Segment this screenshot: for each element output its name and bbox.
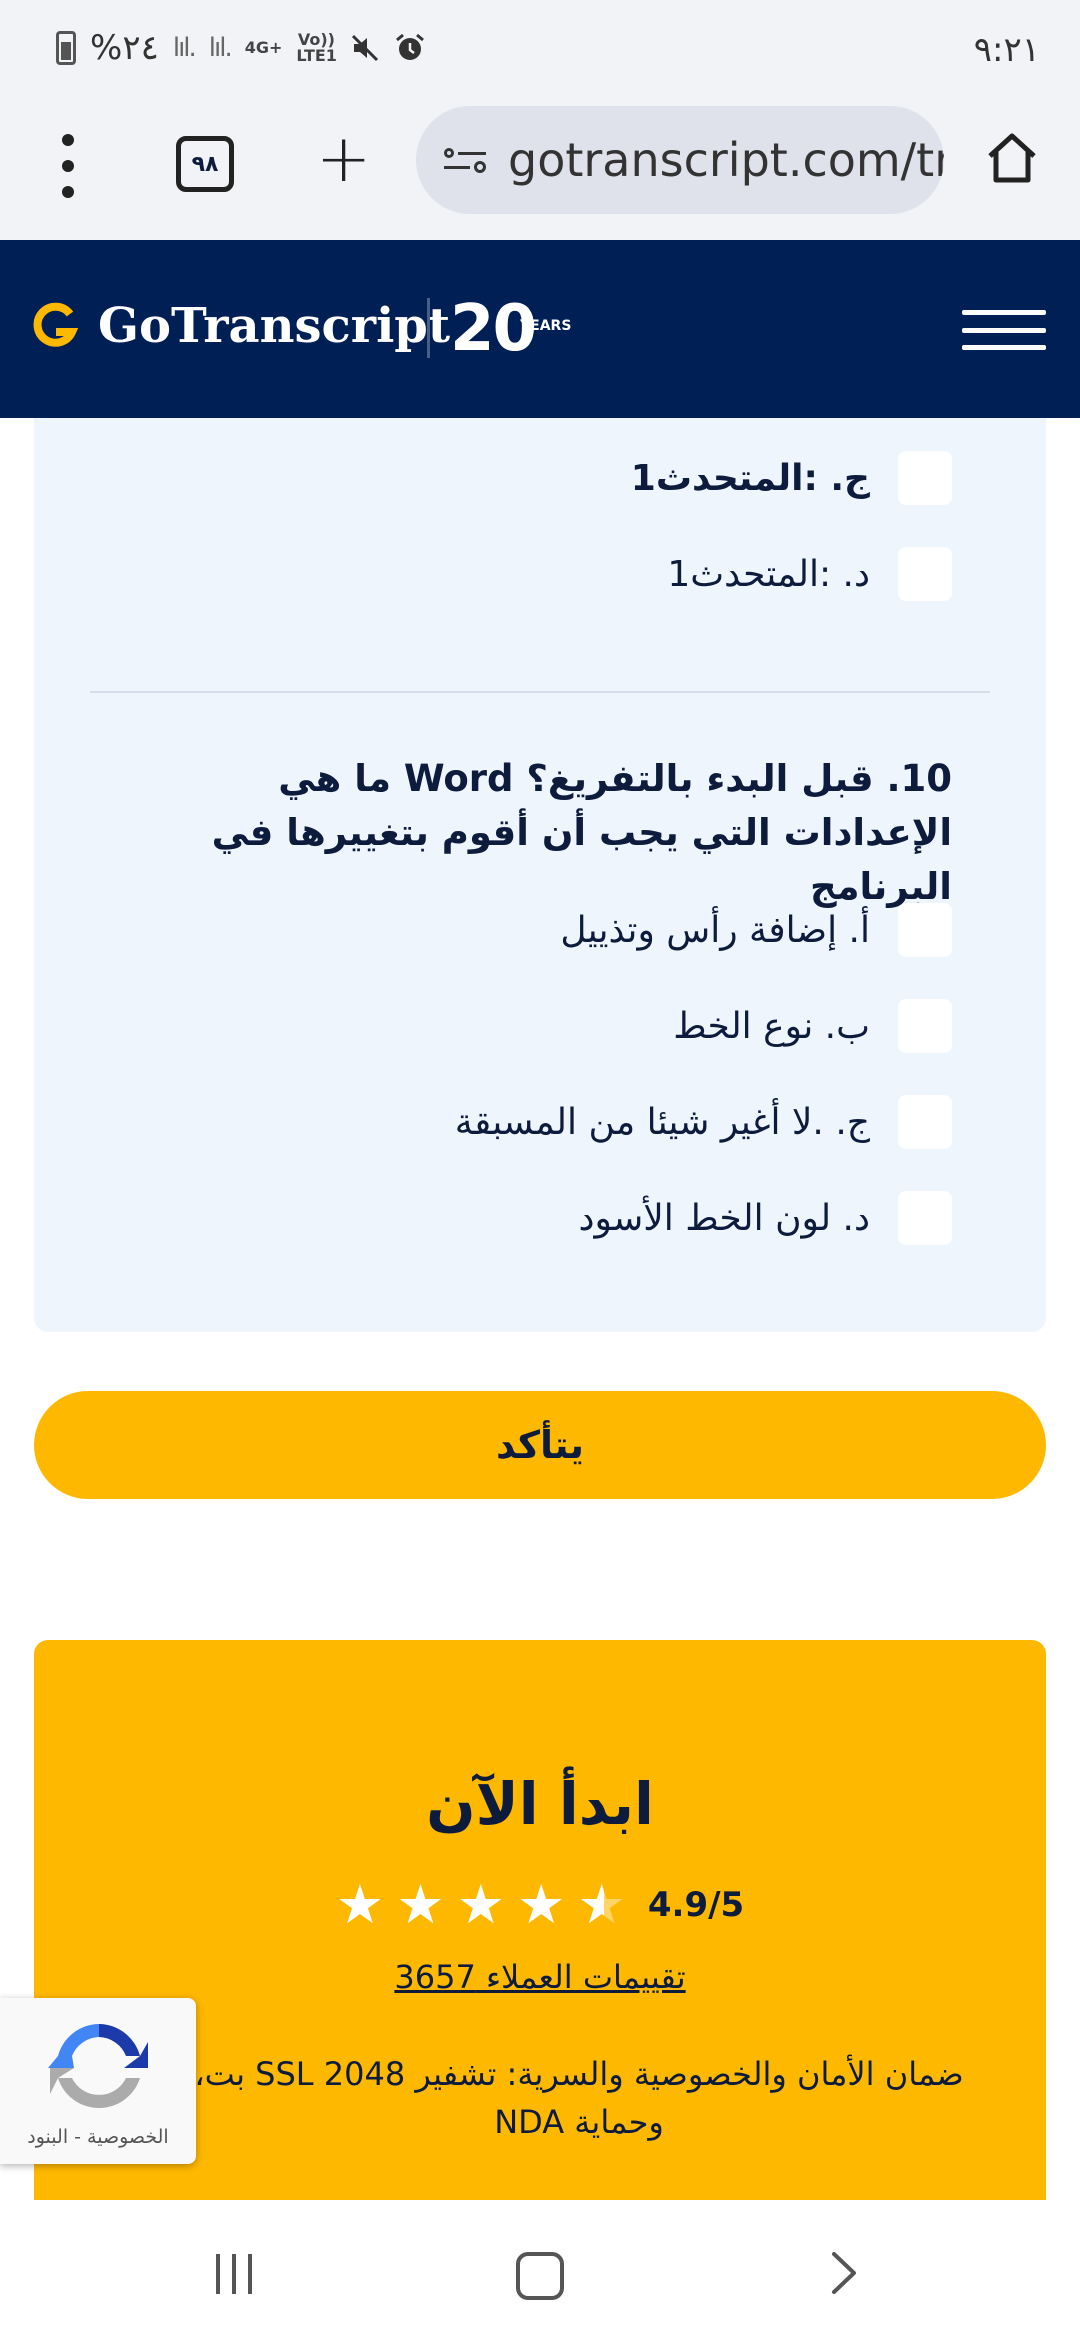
add-icon[interactable]: + bbox=[316, 126, 371, 192]
star-icon: ★ bbox=[517, 1873, 566, 1936]
logo-icon[interactable] bbox=[32, 302, 78, 352]
option-checkbox[interactable] bbox=[898, 1095, 952, 1149]
battery-icon bbox=[56, 31, 76, 65]
option-checkbox[interactable] bbox=[898, 903, 952, 957]
option-label: ج. .لا أغير شيئا من المسبقة bbox=[454, 1101, 870, 1143]
back-icon[interactable] bbox=[820, 2250, 866, 2296]
quiz-option-d[interactable]: د. لون الخط الأسود bbox=[578, 1188, 952, 1248]
option-label: أ. إضافة رأس وتذييل bbox=[560, 909, 870, 951]
option-label: د. لون الخط الأسود bbox=[578, 1197, 870, 1239]
tabs-button[interactable]: ٩٨ bbox=[176, 136, 234, 192]
status-indicators: %٢٤ lıl. lıl. 4G+ Vo)) LTE1 bbox=[56, 28, 426, 68]
rating-row: ★ ★ ★ ★ ★ 4.9/5 bbox=[34, 1878, 1046, 1932]
browser-toolbar: ٩٨ + gotranscript.com/tr bbox=[0, 100, 1080, 240]
more-vert-icon[interactable] bbox=[56, 134, 80, 198]
quiz-option-c-prev[interactable]: ج. :المتحدث1 bbox=[631, 448, 952, 508]
security-note: ضمان الأمان والخصوصية والسرية: تشفير SSL… bbox=[194, 2055, 964, 2141]
status-bar: %٢٤ lıl. lıl. 4G+ Vo)) LTE1 ٩:٢١ bbox=[0, 0, 1080, 100]
alarm-icon bbox=[396, 33, 425, 60]
quiz-panel: ج. :المتحدث1 د. :المتحدث1 10. قبل البدء … bbox=[34, 418, 1046, 1332]
home-icon[interactable] bbox=[984, 130, 1040, 186]
recaptcha-badge[interactable]: الخصوصية - البنود bbox=[0, 1998, 196, 2164]
star-icon: ★ bbox=[396, 1873, 445, 1936]
signal-icon: lıl. bbox=[208, 33, 233, 63]
star-icon: ★ bbox=[335, 1873, 385, 1936]
reviews-link[interactable]: تقييمات العملاء 3657 bbox=[34, 1958, 1046, 1996]
battery-percent: %٢٤ bbox=[90, 28, 159, 68]
quiz-option-b[interactable]: ب. نوع الخط bbox=[673, 996, 952, 1056]
signal-icon: lıl. bbox=[172, 33, 197, 63]
option-label: د. :المتحدث1 bbox=[667, 553, 870, 595]
option-label: ج. :المتحدث1 bbox=[630, 457, 870, 499]
recents-icon[interactable] bbox=[216, 2254, 252, 2294]
star-half-icon: ★ bbox=[577, 1873, 626, 1936]
question-text: 10. قبل البدء بالتفريغ؟ Word ما هي الإعد… bbox=[211, 757, 952, 908]
address-bar[interactable]: gotranscript.com/tr bbox=[416, 106, 944, 214]
rating-stars: ★ ★ ★ ★ ★ bbox=[336, 1878, 626, 1932]
rating-score: 4.9/5 bbox=[647, 1885, 745, 1925]
site-settings-icon[interactable] bbox=[444, 142, 488, 178]
volte-label: Vo)) LTE1 bbox=[296, 30, 337, 65]
option-checkbox[interactable] bbox=[898, 547, 952, 601]
question-divider bbox=[90, 691, 990, 693]
start-title: ابدأ الآن bbox=[426, 1770, 654, 1838]
recaptcha-icon bbox=[48, 2024, 148, 2109]
network-4g-label: 4G+ bbox=[244, 38, 283, 57]
star-icon: ★ bbox=[456, 1873, 506, 1936]
anniversary-label: YEARS bbox=[520, 318, 572, 334]
system-nav-bar bbox=[0, 2204, 1080, 2340]
confirm-button[interactable]: يتأكد bbox=[34, 1391, 1046, 1499]
recaptcha-links[interactable]: الخصوصية - البنود bbox=[0, 2126, 196, 2148]
brand-name[interactable]: GoTranscript bbox=[98, 298, 450, 354]
site-header: GoTranscript 20 YEARS bbox=[0, 240, 1080, 418]
menu-icon[interactable] bbox=[962, 310, 1046, 350]
quiz-option-d-prev[interactable]: د. :المتحدث1 bbox=[667, 544, 952, 604]
quiz-option-c[interactable]: ج. .لا أغير شيئا من المسبقة bbox=[455, 1092, 952, 1152]
option-checkbox[interactable] bbox=[898, 451, 952, 505]
home-button-icon[interactable] bbox=[516, 2252, 564, 2300]
url-text[interactable]: gotranscript.com/tr bbox=[508, 133, 944, 187]
option-checkbox[interactable] bbox=[898, 999, 952, 1053]
mute-icon bbox=[352, 34, 379, 62]
quiz-option-a[interactable]: أ. إضافة رأس وتذييل bbox=[560, 900, 952, 960]
option-checkbox[interactable] bbox=[898, 1191, 952, 1245]
option-label: ب. نوع الخط bbox=[673, 1005, 870, 1047]
brand-divider bbox=[427, 298, 430, 358]
clock: ٩:٢١ bbox=[973, 30, 1040, 70]
